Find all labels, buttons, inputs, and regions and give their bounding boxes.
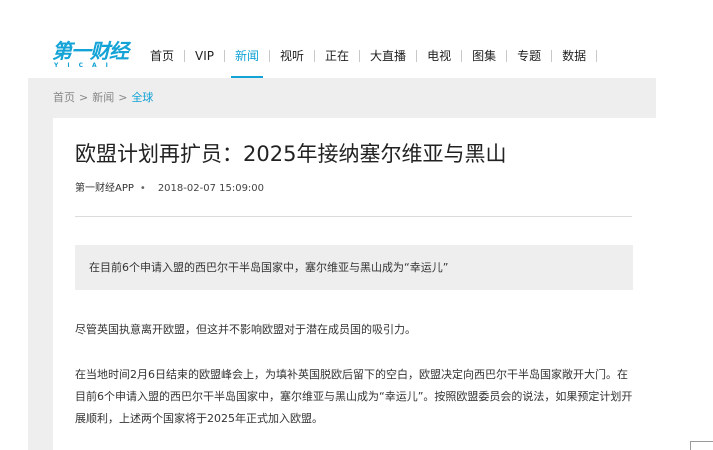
nav-item-live[interactable]: 大直播 [360, 46, 416, 66]
nav-divider [596, 50, 598, 62]
breadcrumb: 首页 > 新闻 > 全球 [53, 90, 153, 106]
top-header: 第一财经 YICAI 首页 VIP 新闻 视听 正在 大直播 电视 图集 专题 … [0, 0, 713, 79]
breadcrumb-global[interactable]: 全球 [131, 90, 153, 106]
meta-dot: • [139, 183, 146, 194]
nav-item-tv[interactable]: 电视 [417, 46, 461, 66]
breadcrumb-news[interactable]: 新闻 [92, 90, 114, 106]
article-source[interactable]: 第一财经APP [75, 182, 134, 196]
article-meta: 第一财经APP • 2018-02-07 15:09:00 [75, 182, 264, 196]
nav-item-vip[interactable]: VIP [185, 46, 224, 66]
article-paragraph: 尽管英国执意离开欧盟，但这并不影响欧盟对于潜在成员国的吸引力。 [75, 323, 416, 336]
breadcrumb-separator: > [118, 91, 128, 104]
logo-text: 第一财经 [52, 39, 129, 63]
article-title: 欧盟计划再扩员：2025年接纳塞尔维亚与黑山 [75, 142, 507, 166]
article-paragraph: 在当地时间2月6日结束的欧盟峰会上，为填补英国脱欧后留下的空白，欧盟决定向西巴尔… [75, 368, 633, 425]
nav-item-home[interactable]: 首页 [140, 46, 184, 66]
article-datetime: 2018-02-07 15:09:00 [157, 183, 265, 194]
logo-subtext: YICAI [54, 62, 117, 69]
corner-mark [690, 441, 713, 450]
nav-item-topics[interactable]: 专题 [507, 46, 551, 66]
nav-item-news[interactable]: 新闻 [225, 46, 269, 79]
title-divider [75, 216, 632, 217]
main-nav: 首页 VIP 新闻 视听 正在 大直播 电视 图集 专题 数据 [140, 44, 598, 79]
breadcrumb-home[interactable]: 首页 [53, 90, 75, 106]
nav-item-now[interactable]: 正在 [315, 46, 359, 66]
nav-item-gallery[interactable]: 图集 [462, 46, 506, 66]
nav-item-data[interactable]: 数据 [552, 46, 596, 66]
site-logo[interactable]: 第一财经 YICAI [52, 40, 132, 74]
nav-item-video[interactable]: 视听 [270, 46, 314, 66]
article-summary: 在目前6个申请入盟的西巴尔干半岛国家中，塞尔维亚与黑山成为“幸运儿” [75, 245, 633, 290]
breadcrumb-separator: > [79, 91, 89, 104]
